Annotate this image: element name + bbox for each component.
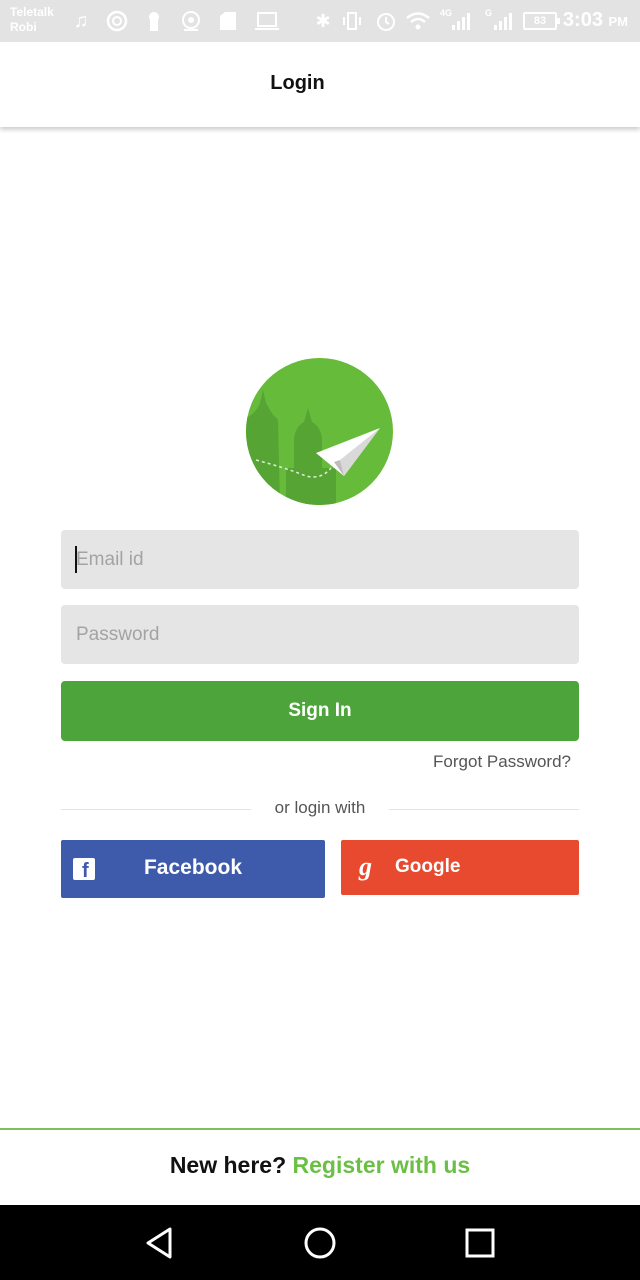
password-field[interactable] [61, 605, 579, 664]
page-title: Login [270, 72, 325, 94]
carrier-info: Teletalk Robi [10, 5, 54, 35]
text-cursor [75, 546, 77, 573]
status-bar: Teletalk Robi ♫ ✱ 4G G 83 3:03 PM [0, 0, 640, 42]
divider-left [61, 809, 251, 810]
new-here-text: New here? [169, 1152, 287, 1178]
network-type-2: G [485, 8, 493, 18]
google-label: Google [395, 856, 461, 877]
navigation-bar [0, 1205, 640, 1280]
wifi-icon [406, 12, 430, 30]
signal-icon [452, 13, 470, 30]
app-bar: Login [0, 42, 640, 127]
vibrate-icon [343, 12, 361, 30]
alarm-icon [377, 13, 395, 31]
carrier-1: Teletalk [10, 5, 54, 19]
music-icon: ♫ [73, 10, 89, 32]
target-icon [182, 11, 200, 31]
clock-time: 3:03 [562, 9, 603, 31]
laptop-icon [255, 12, 279, 30]
clock: 3:03 PM [563, 9, 628, 32]
register-prompt: New here? Register with us [0, 1152, 640, 1179]
bluetooth-icon: ✱ [315, 11, 331, 31]
divider-text: or login with [274, 798, 366, 817]
recents-icon[interactable] [462, 1225, 498, 1261]
carrier-2: Robi [10, 20, 37, 34]
divider-right [389, 809, 579, 810]
email-field[interactable] [61, 530, 579, 589]
app-icon [106, 10, 128, 32]
google-icon: g [359, 852, 372, 881]
forgot-password-link[interactable]: Forgot Password? [433, 752, 571, 772]
home-icon[interactable] [302, 1225, 338, 1261]
signal-icon [494, 13, 512, 30]
battery-indicator: 83 [523, 12, 560, 30]
back-icon[interactable] [142, 1225, 178, 1261]
app-logo-icon [246, 358, 393, 505]
sign-in-button[interactable]: Sign In [61, 681, 579, 741]
register-link[interactable]: Register with us [293, 1152, 471, 1178]
clock-ampm: PM [608, 14, 629, 29]
google-login-button[interactable]: g Google [341, 840, 579, 895]
facebook-login-button[interactable]: f Facebook [61, 840, 325, 898]
lock-icon [149, 12, 159, 31]
message-icon [220, 12, 236, 30]
facebook-label: Facebook [143, 856, 243, 879]
footer-divider [0, 1128, 640, 1130]
